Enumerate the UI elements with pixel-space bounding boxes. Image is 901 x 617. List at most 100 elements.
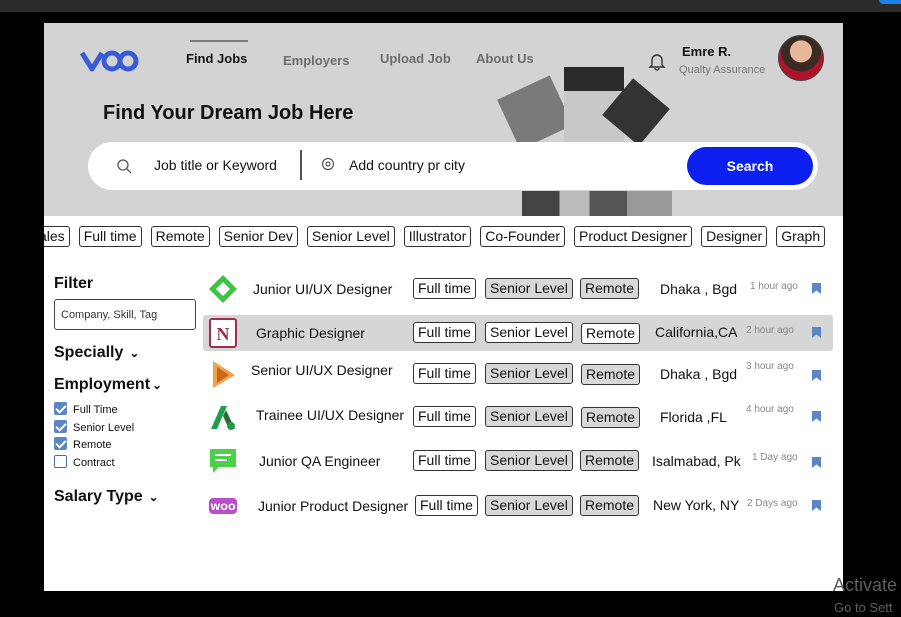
job-location: Isalmabad, Pk [652,453,741,469]
employment-options: Full Time Senior Level Remote Contract [54,402,199,472]
nav-find-jobs[interactable]: Find Jobs [186,51,247,66]
job-tag: Senior Level [485,450,573,471]
bookmark-icon[interactable] [812,500,821,511]
bookmark-icon[interactable] [812,283,821,294]
job-title[interactable]: Junior Product Designer [258,498,408,514]
chevron-down-icon: ⌄ [129,346,140,360]
job-tag: Remote [580,278,640,299]
job-title[interactable]: Junior UI/UX Designer [253,281,392,297]
option-label: Full Time [73,404,118,416]
tag-chip[interactable]: Remote [150,226,210,247]
orange-play-logo-icon [213,361,235,388]
keyword-input[interactable]: Job title or Keyword [154,157,277,173]
job-row[interactable]: Senior UI/UX Designer Full time Senior L… [203,356,833,392]
job-tag: Senior Level [485,495,573,516]
job-tag: Senior Level [485,406,573,427]
employment-option[interactable]: Contract [54,454,199,473]
option-label: Contract [73,456,115,469]
job-location: California,CA [655,324,738,340]
tag-chip[interactable]: Designer [701,226,768,247]
job-row[interactable]: Junior QA Engineer Full time Senior Leve… [203,443,833,479]
tag-chip[interactable]: Full time [78,226,142,247]
job-tag: Full time [413,363,476,384]
bell-icon[interactable] [647,51,667,71]
job-title[interactable]: Senior UI/UX Designer [251,362,393,378]
job-tag: Remote [581,323,641,344]
job-tag: Full time [413,406,476,427]
filter-sidebar: Filter Company, Skill, Tag Specially ⌄ Em… [54,275,199,506]
chevron-down-icon: ⌄ [152,378,163,392]
job-location: New York, NY [653,497,740,513]
tag-chip[interactable]: Senior Dev [218,226,298,247]
tag-chip[interactable]: Senior Level [306,226,395,247]
employment-option[interactable]: Full Time [54,402,199,420]
employment-option[interactable]: Remote [54,437,199,455]
tag-chip[interactable]: Product Designer [574,226,693,247]
employment-label: Employment [54,376,151,393]
tag-chip[interactable]: Illustrator [403,226,472,247]
search-bar: Job title or Keyword Add country pr city… [88,142,818,190]
tag-chip[interactable]: ales [44,226,70,247]
window-control[interactable] [879,0,901,4]
page-title: Find Your Dream Job Here [103,102,354,124]
job-row[interactable]: N Graphic Designer Full time Senior Leve… [203,315,833,351]
specialty-dropdown[interactable]: Specially ⌄ [54,344,199,362]
hero-section: Find Jobs Employers Upload Job About Us … [44,23,843,216]
job-tag: Senior Level [485,278,573,299]
brand-logo-icon[interactable] [80,45,140,75]
user-role: Qualty Assurance [679,64,766,76]
salary-type-dropdown[interactable]: Salary Type ⌄ [54,488,199,506]
job-time: 2 Days ago [747,498,798,509]
bookmark-icon[interactable] [812,411,821,422]
job-row[interactable]: WOO Junior Product Designer Full time Se… [203,488,833,524]
tag-strip: ales Full time Remote Senior Dev Senior Leve… [44,226,834,248]
tag-chip[interactable]: Graph [776,226,826,247]
nav-employers[interactable]: Employers [283,53,349,68]
job-tag: Remote [580,450,640,471]
checkbox-checked[interactable] [54,437,67,450]
chat-logo-icon [210,449,236,473]
nav-about-us[interactable]: About Us [476,51,534,66]
job-tag: Remote [581,407,641,428]
job-tag: Remote [580,495,640,516]
job-title[interactable]: Junior QA Engineer [259,453,380,469]
job-time: 2 hour ago [746,325,794,336]
user-name: Emre R. [682,44,732,59]
job-tag: Remote [581,364,641,385]
filter-input[interactable]: Company, Skill, Tag [54,299,196,330]
checkbox-unchecked[interactable] [54,454,67,468]
job-tag: Senior Level [485,363,573,384]
job-tag: Full time [413,322,476,343]
bookmark-icon[interactable] [812,327,821,338]
location-pin-icon [321,157,335,171]
job-tag: Full time [413,450,476,471]
tag-chip[interactable]: Co-Founder [480,226,565,247]
nav-active-indicator [190,40,248,42]
job-title[interactable]: Graphic Designer [256,325,365,341]
job-time: 3 hour ago [746,361,794,372]
location-input[interactable]: Add country pr city [349,157,465,173]
green-diamond-logo-icon [209,275,237,303]
notion-logo-icon: N [209,318,237,348]
job-tag: Full time [413,278,476,299]
window-topbar [0,0,901,12]
woo-logo-icon: WOO [209,498,237,514]
avatar[interactable] [778,35,824,81]
hero-collage-photo [522,191,672,216]
employment-option[interactable]: Senior Level [54,419,199,438]
employment-dropdown[interactable]: Employment ⌄ [54,376,199,394]
job-location: Dhaka , Bgd [660,366,738,382]
checkbox-checked[interactable] [54,402,67,415]
nav-upload-job[interactable]: Upload Job [380,51,451,66]
job-row[interactable]: Trainee UI/UX Designer Full time Senior … [203,399,833,435]
search-button[interactable]: Search [687,147,813,185]
job-row[interactable]: Junior UI/UX Designer Full time Senior L… [203,271,833,307]
job-time: 1 Day ago [752,452,798,463]
job-title[interactable]: Trainee UI/UX Designer [256,407,404,423]
bookmark-icon[interactable] [812,370,821,381]
checkbox-checked[interactable] [54,419,67,433]
bookmark-icon[interactable] [812,457,821,468]
job-time: 4 hour ago [746,404,794,415]
salary-type-label: Salary Type [54,488,143,505]
job-tag: Full time [415,495,478,516]
